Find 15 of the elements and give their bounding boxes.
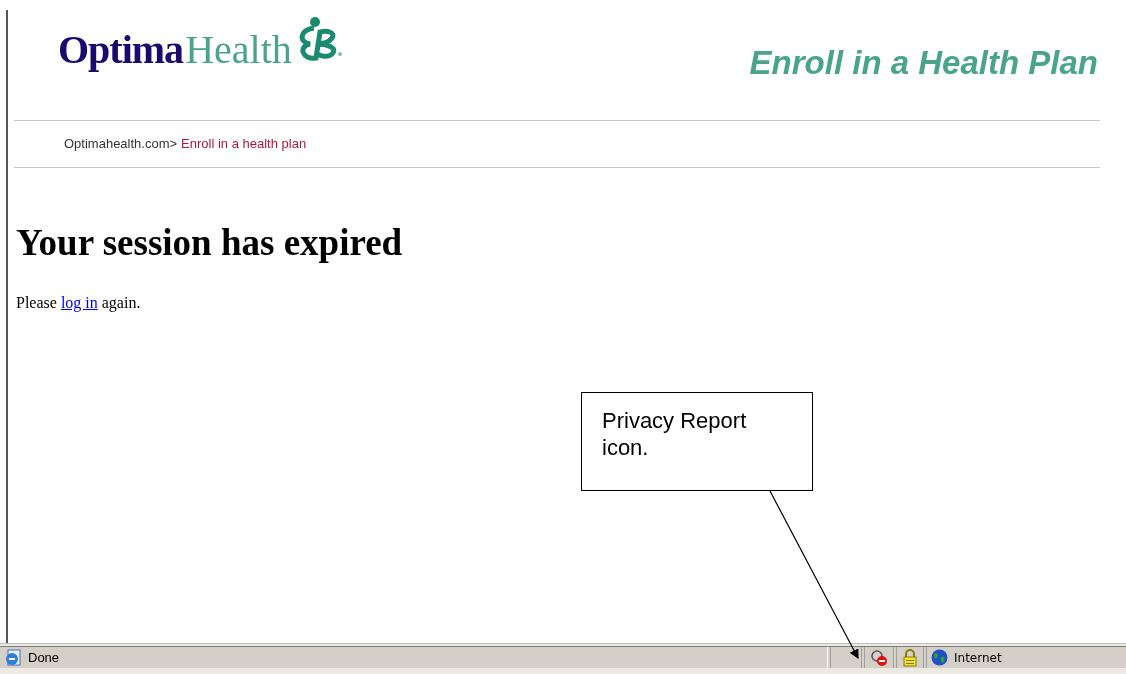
page-icon bbox=[4, 648, 22, 667]
privacy-report-icon[interactable] bbox=[869, 648, 889, 667]
login-link[interactable]: log in bbox=[60, 294, 98, 311]
security-zone-text: Internet bbox=[954, 649, 1002, 667]
page-tagline: Enroll in a Health Plan bbox=[749, 46, 1098, 79]
breadcrumb-link[interactable]: Optimahealth.com> bbox=[64, 134, 178, 154]
message-text: Please log in again. bbox=[16, 293, 142, 314]
status-text: Done bbox=[28, 648, 60, 667]
breadcrumb-current: Enroll in a health plan bbox=[181, 135, 307, 154]
logo-text: Optima bbox=[58, 30, 184, 70]
page-heading: Your session has expired bbox=[16, 224, 404, 261]
padlock-icon bbox=[903, 648, 917, 667]
logo-text: Health bbox=[185, 30, 292, 70]
globe-icon bbox=[931, 649, 948, 666]
callout-text: Privacy Report icon. bbox=[602, 407, 748, 461]
